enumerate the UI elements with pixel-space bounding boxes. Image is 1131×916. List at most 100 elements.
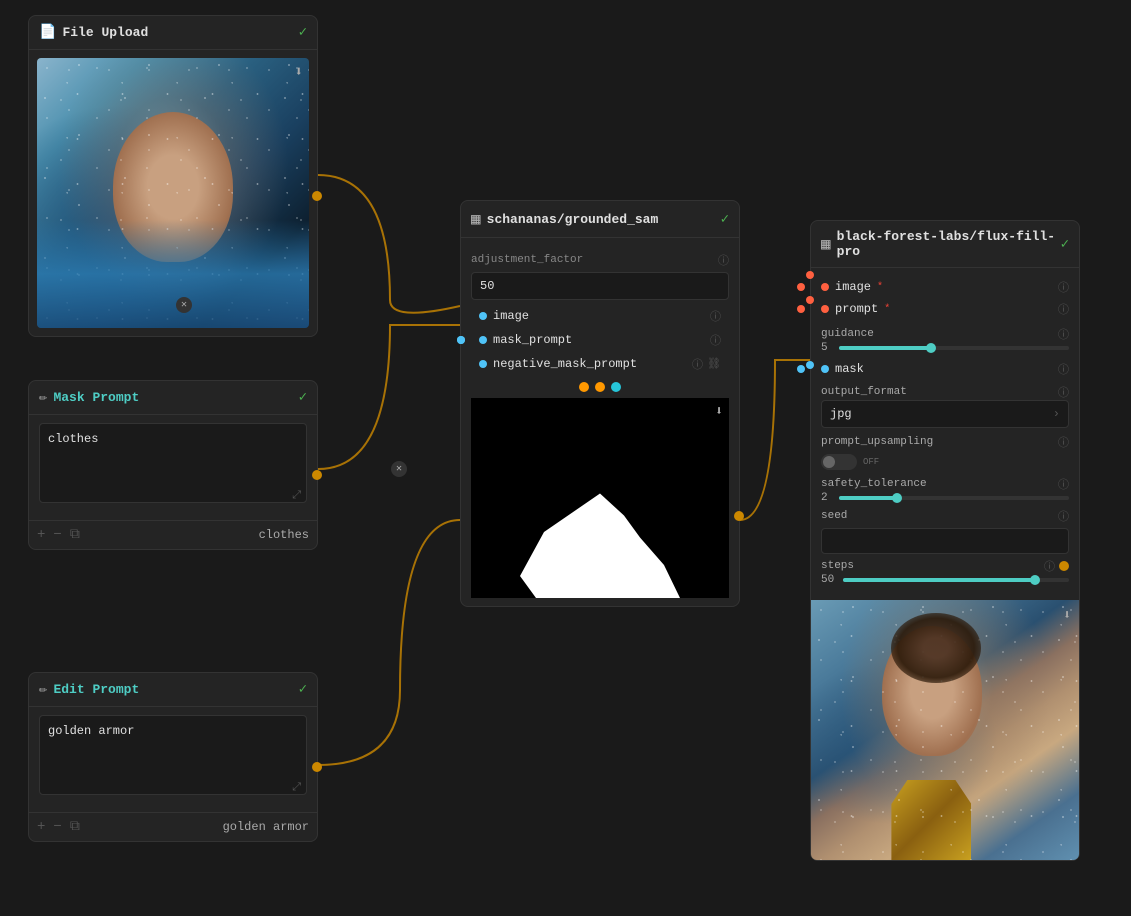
flux-safety-section: safety_tolerance ⓘ 2: [821, 476, 1069, 504]
flux-prompt-dot: [821, 305, 829, 313]
sam-header: ▦ schananas/grounded_sam ✓: [461, 201, 739, 238]
mask-prompt-header: ✏ Mask Prompt ✓: [29, 381, 317, 415]
sam-title: schananas/grounded_sam: [487, 212, 659, 227]
mask-output: [471, 398, 729, 598]
file-icon: 📄: [39, 24, 56, 41]
flux-image-dot: [821, 283, 829, 291]
steps-slider[interactable]: [843, 578, 1069, 582]
replicate-icon: ▦: [471, 209, 481, 229]
image-connector: image ⓘ: [471, 304, 729, 328]
mask-prompt-output-port: [312, 470, 322, 480]
safety-label: safety_tolerance: [821, 478, 927, 490]
edit-prompt-header: ✏ Edit Prompt ✓: [29, 673, 317, 707]
edit-prompt-textarea-wrapper: golden armor ⤢: [39, 715, 307, 800]
flux-output-image: [811, 600, 1079, 860]
conn-close-2[interactable]: ✕: [391, 461, 407, 477]
mask-prompt-textarea[interactable]: clothes: [39, 423, 307, 503]
flux-steps-section: steps ⓘ 50: [821, 558, 1069, 586]
neg-mask-label: negative_mask_prompt: [493, 357, 637, 371]
flux-prompt-info: ⓘ: [1058, 301, 1069, 317]
minus2-btn[interactable]: −: [53, 819, 61, 835]
flux-mask-port: [797, 365, 805, 373]
flux-header: ▦ black-forest-labs/flux-fill-pro ✓: [811, 221, 1079, 268]
minus-btn[interactable]: −: [53, 527, 61, 543]
loading-dot-1: [579, 382, 589, 392]
upsampling-toggle[interactable]: OFF: [821, 454, 1069, 470]
loading-dot-3: [611, 382, 621, 392]
copy2-btn[interactable]: ⧉: [70, 819, 80, 835]
mask-prompt-textarea-wrapper: clothes ⤢: [39, 423, 307, 508]
adjustment-factor-input[interactable]: 50: [471, 272, 729, 300]
link-icon[interactable]: ⛓: [707, 357, 721, 371]
output-format-label: output_format: [821, 386, 907, 398]
file-upload-title: File Upload: [62, 25, 148, 40]
mask-prompt-body: clothes ⤢: [29, 415, 317, 520]
edit-prompt-check: ✓: [299, 681, 307, 698]
copy-btn[interactable]: ⧉: [70, 527, 80, 543]
edit-prompt-textarea[interactable]: golden armor: [39, 715, 307, 795]
plus-btn[interactable]: +: [37, 527, 45, 543]
flux-upsampling-section: prompt_upsampling ⓘ OFF: [821, 434, 1069, 470]
flux-prompt-input-port: [806, 296, 814, 304]
seed-label: seed: [821, 510, 847, 522]
steps-label: steps: [821, 560, 854, 572]
edit-prompt-node: ✏ Edit Prompt ✓ golden armor ⤢ + − ⧉ gol…: [28, 672, 318, 842]
mask-prompt-check: ✓: [299, 389, 307, 406]
adjustment-factor-label: adjustment_factor ⓘ: [471, 252, 729, 268]
neg-mask-connector: negative_mask_prompt ⓘ ⛓: [471, 352, 729, 376]
safety-info: ⓘ: [1058, 476, 1069, 492]
file-upload-download[interactable]: ⬇: [295, 64, 303, 81]
plus2-btn[interactable]: +: [37, 819, 45, 835]
flux-guidance-section: guidance ⓘ 5: [821, 326, 1069, 354]
mask-prompt-node: ✏ Mask Prompt ✓ clothes ⤢ + − ⧉ clothes: [28, 380, 318, 550]
flux-icon: ▦: [821, 234, 831, 254]
guidance-label: guidance: [821, 328, 874, 340]
file-upload-preview: ⬇: [37, 58, 309, 328]
flux-mask-info: ⓘ: [1058, 361, 1069, 377]
info3-icon: ⓘ: [710, 332, 721, 348]
edit-prompt-value: golden armor: [223, 820, 309, 834]
flux-seed-section: seed ⓘ: [821, 508, 1069, 554]
mask-prompt-title: Mask Prompt: [53, 390, 139, 405]
info4-icon: ⓘ: [692, 356, 703, 372]
file-upload-check: ✓: [299, 24, 307, 41]
conn-close-1[interactable]: ✕: [176, 297, 192, 313]
info2-icon: ⓘ: [710, 308, 721, 324]
output-download-btn[interactable]: ⬇: [1063, 608, 1071, 623]
portrait-image: [37, 58, 309, 328]
guidance-slider[interactable]: [839, 346, 1069, 350]
flux-node: ▦ black-forest-labs/flux-fill-pro ✓ imag…: [810, 220, 1080, 861]
output-format-info: ⓘ: [1058, 384, 1069, 400]
sam-output-port: [734, 511, 744, 521]
mask-prompt-dot: [479, 336, 487, 344]
output-format-select[interactable]: jpg ›: [821, 400, 1069, 428]
flux-prompt-row: prompt * ⓘ: [821, 298, 1069, 320]
upsampling-info: ⓘ: [1058, 434, 1069, 450]
image-dot: [479, 312, 487, 320]
mask-prompt-connector: mask_prompt ⓘ: [471, 328, 729, 352]
pencil2-icon: ✏: [39, 681, 47, 698]
flux-mask-dot: [821, 365, 829, 373]
sam-node: ▦ schananas/grounded_sam ✓ adjustment_fa…: [460, 200, 740, 607]
expand-icon[interactable]: ⤢: [292, 490, 301, 502]
mask-prompt-label: mask_prompt: [493, 333, 572, 347]
safety-value: 2: [821, 492, 833, 504]
steps-value: 50: [821, 574, 837, 586]
expand2-icon[interactable]: ⤢: [292, 782, 301, 794]
prompt-asterisk: *: [884, 304, 890, 315]
loading-dots-row: [471, 376, 729, 394]
output-download-btn[interactable]: ⬇: [715, 404, 723, 419]
edit-prompt-title: Edit Prompt: [53, 682, 139, 697]
sam-body: adjustment_factor ⓘ 50 image ⓘ mask_prom…: [461, 238, 739, 606]
image-label: image: [493, 309, 529, 323]
edit-prompt-footer: + − ⧉ golden armor: [29, 812, 317, 841]
file-upload-output-port: [312, 191, 322, 201]
flux-image-input-port: [806, 271, 814, 279]
flux-mask-input-port: [806, 361, 814, 369]
mask-shape: [520, 488, 680, 598]
pencil-icon: ✏: [39, 389, 47, 406]
flux-image-port: [797, 283, 805, 291]
steps-info: ⓘ: [1044, 558, 1055, 574]
seed-input[interactable]: [821, 528, 1069, 554]
safety-slider[interactable]: [839, 496, 1069, 500]
